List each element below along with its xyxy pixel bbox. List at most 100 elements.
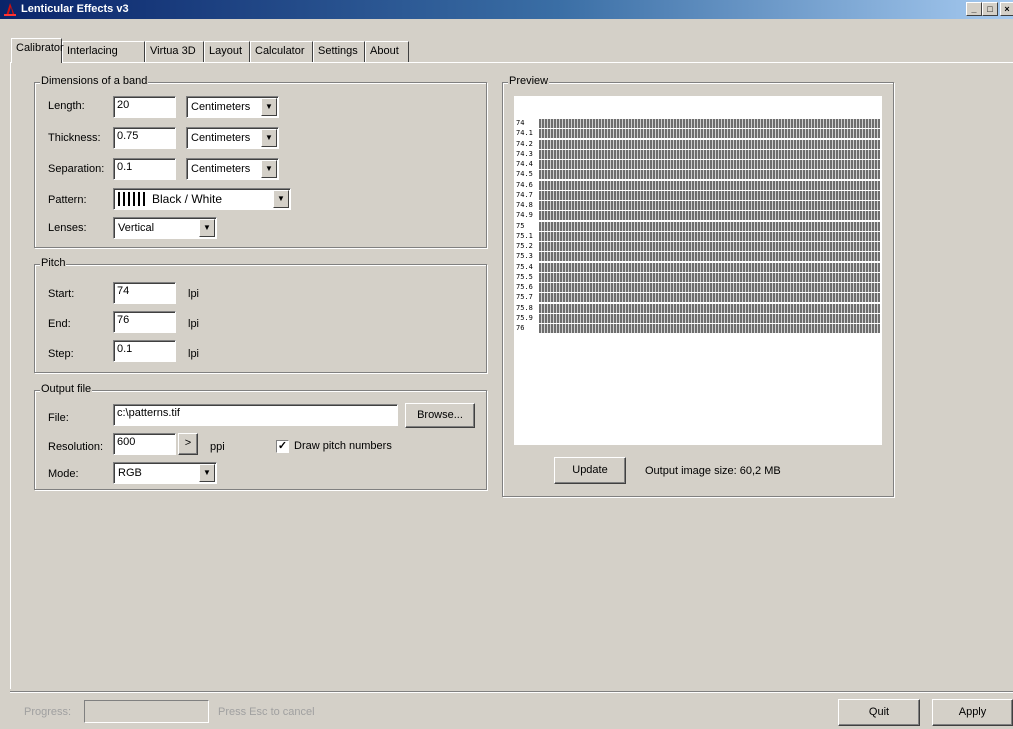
pitch-stripe-bar [539, 272, 880, 282]
length-unit-value: Centimeters [191, 101, 251, 113]
pitch-number-label: 75.9 [516, 313, 533, 322]
chevron-down-icon[interactable]: ▼ [273, 190, 289, 208]
output-legend: Output file [40, 383, 93, 395]
separation-input[interactable]: 0.1 [113, 158, 176, 180]
tab-layout[interactable]: Layout [204, 41, 250, 62]
app-logo-icon [4, 3, 16, 16]
chevron-down-icon[interactable]: ▼ [261, 129, 277, 147]
preview-pitch-row: 74.3 [514, 149, 882, 159]
thickness-unit-select[interactable]: Centimeters ▼ [186, 127, 279, 149]
chevron-down-icon[interactable]: ▼ [261, 98, 277, 116]
preview-pitch-row: 74.1 [514, 128, 882, 139]
resolution-stepper-button[interactable]: > [178, 433, 198, 455]
preview-pitch-row: 75.5 [514, 272, 882, 282]
tab-calculator[interactable]: Calculator [250, 41, 313, 62]
output-size-text: Output image size: 60,2 MB [645, 465, 781, 477]
preview-pitch-row: 74.8 [514, 200, 882, 210]
title-bar[interactable]: Lenticular Effects v3 _ □ × [0, 0, 1013, 19]
pitch-number-label: 74.6 [516, 180, 533, 189]
pitch-number-label: 76 [516, 324, 525, 332]
mode-select[interactable]: RGB ▼ [113, 462, 217, 484]
length-unit-select[interactable]: Centimeters ▼ [186, 96, 279, 118]
pitch-stripe-bar [539, 139, 880, 149]
pattern-select[interactable]: Black / White ▼ [113, 188, 291, 210]
pitch-number-label: 74.9 [516, 211, 533, 220]
length-input[interactable]: 20 [113, 96, 176, 118]
pitch-start-input[interactable]: 74 [113, 282, 176, 304]
progress-label: Progress: [24, 706, 72, 718]
pitch-stripe-bar [539, 190, 880, 200]
resolution-unit: ppi [210, 441, 225, 453]
pitch-stripe-bar [539, 160, 880, 169]
pitch-stripe-bar [539, 201, 880, 210]
pitch-stripe-bar [539, 324, 880, 333]
pitch-number-label: 75.2 [516, 242, 533, 250]
chevron-down-icon[interactable]: ▼ [261, 160, 277, 178]
mode-value: RGB [118, 467, 142, 479]
pitch-number-label: 74.7 [516, 190, 533, 199]
thickness-input[interactable]: 0.75 [113, 127, 176, 149]
pitch-number-label: 75.8 [516, 303, 533, 312]
pitch-stripe-bar [539, 180, 880, 190]
tab-virtua3d[interactable]: Virtua 3D [145, 41, 204, 62]
pitch-number-label: 75.1 [516, 231, 533, 240]
pitch-step-input[interactable]: 0.1 [113, 340, 176, 362]
pitch-end-input[interactable]: 76 [113, 311, 176, 333]
separation-unit-select[interactable]: Centimeters ▼ [186, 158, 279, 180]
dimensions-legend: Dimensions of a band [40, 75, 149, 87]
progress-bar [84, 700, 209, 723]
pitch-end-unit: lpi [188, 318, 200, 330]
pitch-number-label: 74.5 [516, 170, 533, 179]
browse-button[interactable]: Browse... [405, 403, 475, 428]
file-path-input[interactable]: c:\patterns.tif [113, 404, 398, 426]
maximize-button[interactable]: □ [982, 2, 998, 16]
preview-pitch-row: 75.7 [514, 292, 882, 303]
preview-pitch-row: 75.6 [514, 282, 882, 292]
pattern-value: Black / White [152, 192, 223, 206]
draw-pitch-numbers-checkbox[interactable]: ✓ [276, 440, 289, 453]
pitch-number-label: 75.6 [516, 283, 533, 291]
minimize-button[interactable]: _ [966, 2, 982, 16]
pitch-group [34, 264, 487, 373]
preview-pitch-row: 74.2 [514, 139, 882, 149]
preview-pitch-row: 75 [514, 221, 882, 231]
pitch-legend: Pitch [40, 257, 67, 269]
pitch-stripe-bar [539, 252, 880, 262]
apply-button[interactable]: Apply [932, 699, 1013, 726]
close-button[interactable]: × [1000, 2, 1013, 16]
lenses-label: Lenses: [48, 222, 87, 234]
pitch-stripe-bar [539, 221, 880, 231]
preview-pitch-row: 74.7 [514, 190, 882, 200]
pitch-number-label: 74 [516, 119, 525, 127]
file-label: File: [48, 412, 69, 424]
chevron-down-icon[interactable]: ▼ [199, 464, 215, 482]
lenses-select[interactable]: Vertical ▼ [113, 217, 217, 239]
pitch-stripe-bar [539, 242, 880, 251]
pitch-number-label: 75.5 [516, 272, 533, 281]
pitch-stripe-bar [539, 303, 880, 313]
tab-about[interactable]: About [365, 41, 409, 62]
tab-settings[interactable]: Settings [313, 41, 365, 62]
tab-calibrator[interactable]: Calibrator [11, 38, 64, 63]
stripe-pattern-icon [118, 192, 145, 206]
chevron-down-icon[interactable]: ▼ [199, 219, 215, 237]
pitch-number-label: 74.3 [516, 149, 533, 158]
preview-legend: Preview [508, 75, 550, 87]
quit-button[interactable]: Quit [838, 699, 920, 726]
pitch-number-label: 74.4 [516, 160, 533, 168]
preview-pitch-row: 76 [514, 323, 882, 333]
preview-pitch-row: 75.4 [514, 262, 882, 272]
tab-interlacing[interactable]: Interlacing [62, 41, 145, 62]
preview-pitch-row: 75.3 [514, 251, 882, 262]
resolution-input[interactable]: 600 [113, 433, 176, 455]
pitch-number-label: 74.1 [516, 129, 533, 138]
pitch-step-label: Step: [48, 348, 74, 360]
pitch-number-label: 75.4 [516, 262, 533, 271]
pitch-stripe-bar [539, 313, 880, 323]
preview-pitch-row: 74.9 [514, 210, 882, 221]
window-title: Lenticular Effects v3 [21, 3, 129, 15]
thickness-unit-value: Centimeters [191, 132, 251, 144]
update-button[interactable]: Update [554, 457, 626, 484]
draw-pitch-numbers-label[interactable]: Draw pitch numbers [294, 440, 392, 452]
preview-pitch-row: 75.8 [514, 303, 882, 313]
